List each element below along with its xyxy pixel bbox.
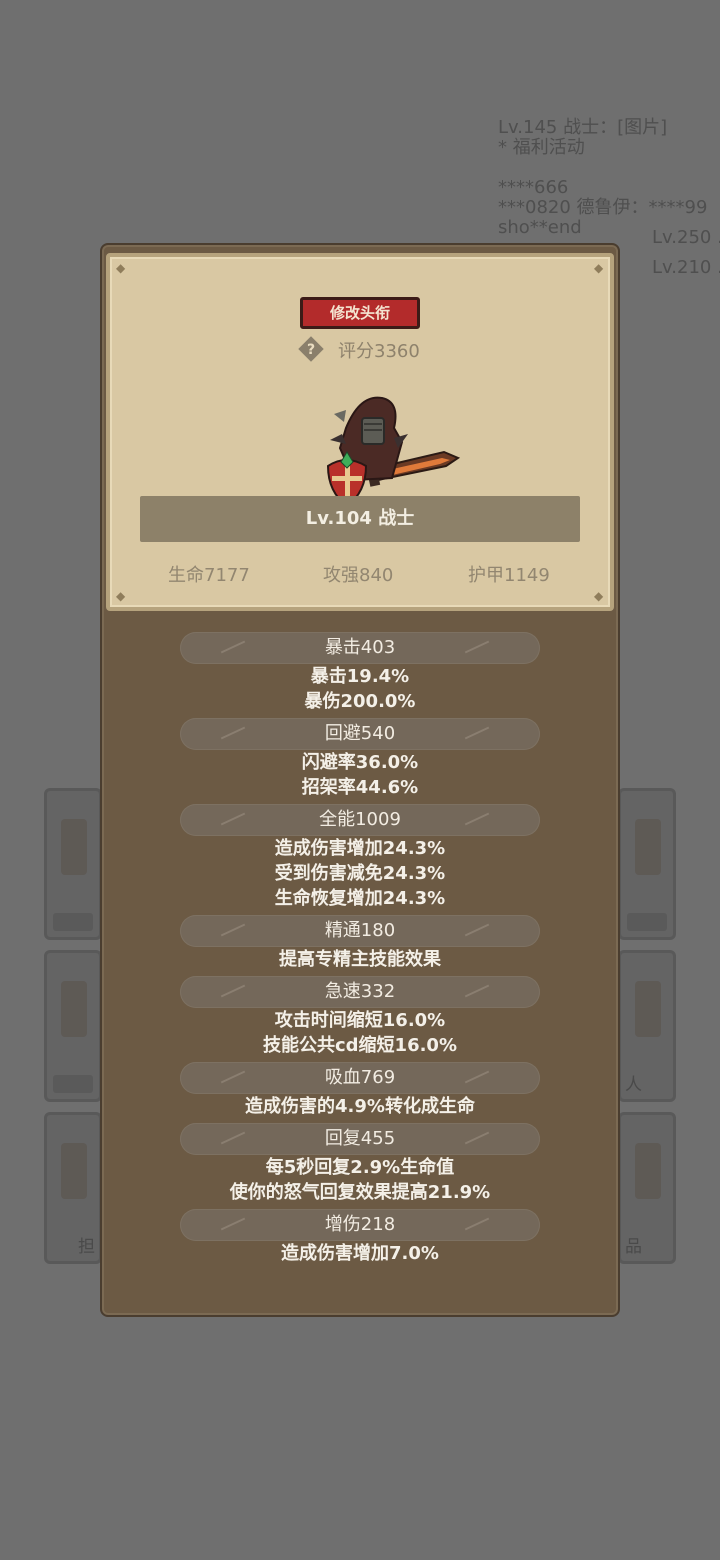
- stat-list: 暴击403 暴击19.4% 暴伤200.0% 回避540 闪避率36.0% 招架…: [180, 632, 540, 1266]
- stat-detail: 使你的怒气回复效果提高21.9%: [229, 1182, 491, 1203]
- menu-tile[interactable]: 担: [44, 1112, 102, 1264]
- stat-detail: 技能公共cd缩短16.0%: [262, 1035, 457, 1056]
- stat-category-lifesteal: 吸血769: [180, 1062, 540, 1094]
- stat-category-avoidance: 回避540: [180, 718, 540, 750]
- corner-ornament: ◆: [116, 589, 126, 603]
- stat-detail: 攻击时间缩短16.0%: [274, 1010, 446, 1031]
- item-icon: [635, 1143, 661, 1199]
- chat-line: ***0820 德鲁伊：****99: [498, 197, 708, 218]
- menu-tile[interactable]: 人: [618, 950, 676, 1102]
- item-icon: [61, 981, 87, 1037]
- svg-text:?: ?: [307, 342, 315, 358]
- tile-label: 人: [625, 1075, 642, 1095]
- stat-detail: 暴伤200.0%: [304, 691, 416, 712]
- menu-tile[interactable]: [44, 950, 102, 1102]
- hero-name: Lv.104 战士: [305, 508, 415, 529]
- tile-label: 担: [78, 1237, 95, 1257]
- stat-category-versatility: 全能1009: [180, 804, 540, 836]
- chat-line: Lv.210 ...: [652, 257, 720, 278]
- question-icon[interactable]: ?: [297, 335, 325, 363]
- stat-detail: 受到伤害减免24.3%: [274, 863, 446, 884]
- chat-line: sho**end: [498, 217, 582, 238]
- stat-detail: 造成伤害的4.9%转化成生命: [245, 1096, 475, 1117]
- score-label: 评分3360: [338, 341, 420, 362]
- item-icon: [635, 819, 661, 875]
- hp-stat: 生命7177: [168, 565, 250, 586]
- stat-detail: 每5秒回复2.9%生命值: [265, 1157, 455, 1178]
- item-icon: [635, 981, 661, 1037]
- chat-line: Lv.250 ...: [652, 227, 720, 248]
- attack-power-stat: 攻强840: [323, 565, 394, 586]
- stat-detail: 闪避率36.0%: [301, 752, 419, 773]
- tile-bar: [53, 1075, 93, 1093]
- stat-detail: 造成伤害增加24.3%: [274, 838, 446, 859]
- menu-tile[interactable]: [618, 788, 676, 940]
- tile-label: 品: [625, 1237, 642, 1257]
- menu-tile[interactable]: 品: [618, 1112, 676, 1264]
- edit-title-button[interactable]: 修改头衔: [300, 297, 420, 329]
- item-icon: [61, 819, 87, 875]
- stat-detail: 暴击19.4%: [310, 666, 410, 687]
- stat-category-crit: 暴击403: [180, 632, 540, 664]
- menu-tile[interactable]: [44, 788, 102, 940]
- tile-bar: [627, 913, 667, 931]
- armor-stat: 护甲1149: [468, 565, 550, 586]
- item-icon: [61, 1143, 87, 1199]
- stat-detail: 提高专精主技能效果: [279, 949, 441, 970]
- corner-ornament: ◆: [594, 589, 604, 603]
- chat-line: * 福利活动: [498, 137, 585, 158]
- stat-category-regen: 回复455: [180, 1123, 540, 1155]
- chat-line: Lv.145 战士：[图片]: [498, 117, 668, 138]
- corner-ornament: ◆: [116, 261, 126, 275]
- stat-category-damage-bonus: 增伤218: [180, 1209, 540, 1241]
- stat-category-haste: 急速332: [180, 976, 540, 1008]
- stat-detail: 生命恢复增加24.3%: [274, 888, 446, 909]
- tile-bar: [53, 913, 93, 931]
- stat-category-mastery: 精通180: [180, 915, 540, 947]
- corner-ornament: ◆: [594, 261, 604, 275]
- warrior-portrait: [326, 396, 461, 508]
- stat-detail: 造成伤害增加7.0%: [281, 1243, 439, 1264]
- stat-detail: 招架率44.6%: [301, 777, 419, 798]
- chat-line: ****666: [498, 177, 569, 198]
